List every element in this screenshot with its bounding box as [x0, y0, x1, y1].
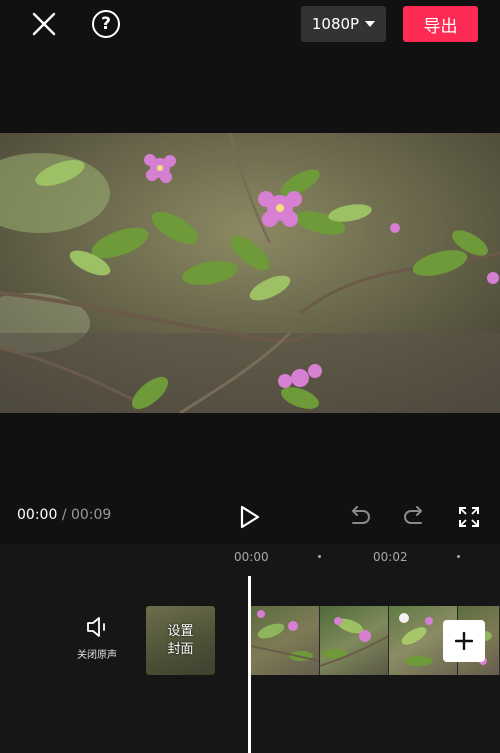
resolution-value: 1080P: [311, 15, 360, 33]
help-button[interactable]: ?: [88, 8, 124, 40]
undo-button[interactable]: [343, 501, 377, 533]
cover-label-line2: 封面: [167, 641, 194, 657]
video-frame-image: [0, 133, 500, 413]
cover-label: 设置 封面: [167, 623, 193, 659]
redo-icon: [404, 506, 422, 524]
fullscreen-button[interactable]: [452, 501, 486, 533]
close-icon: [32, 12, 56, 36]
mute-label: 关闭原声: [77, 650, 117, 661]
playback-controls: 00:00 / 00:09: [0, 495, 500, 537]
time-separator: /: [61, 507, 67, 523]
play-button[interactable]: [232, 501, 268, 533]
mute-original-audio-toggle[interactable]: 关闭原声: [70, 616, 124, 672]
fullscreen-icon: [459, 507, 479, 527]
play-icon: [240, 505, 260, 529]
add-clip-button[interactable]: [443, 620, 485, 662]
top-bar: ? 1080P 导出: [0, 0, 500, 50]
caret-down-icon: [365, 21, 376, 27]
ruler-dot: [457, 555, 460, 558]
total-duration: 00:09: [70, 507, 112, 523]
clip-thumbnail: [320, 606, 389, 675]
ruler-label-2: 00:02: [373, 550, 408, 564]
time-display: 00:00 / 00:09: [17, 507, 111, 523]
video-preview[interactable]: [0, 133, 500, 413]
ruler-dot: [318, 555, 321, 558]
close-button[interactable]: [26, 8, 62, 40]
clip-thumbnail: [251, 606, 320, 675]
help-icon: ?: [92, 10, 120, 38]
playhead[interactable]: [248, 576, 251, 753]
speaker-icon: [87, 617, 105, 637]
current-time: 00:00: [17, 507, 58, 523]
plus-icon: [455, 632, 473, 650]
cover-label-line1: 设置: [167, 623, 194, 639]
help-glyph: ?: [101, 14, 111, 34]
undo-icon: [352, 506, 370, 524]
set-cover-button[interactable]: 设置 封面: [146, 606, 215, 675]
ruler-label-0: 00:00: [234, 550, 269, 564]
export-button[interactable]: 导出: [403, 6, 478, 42]
timeline-panel[interactable]: 00:00 00:02 关闭原声 设置 封面: [0, 544, 500, 753]
resolution-dropdown[interactable]: 1080P: [301, 6, 386, 42]
redo-button[interactable]: [397, 501, 431, 533]
export-label: 导出: [423, 16, 458, 37]
